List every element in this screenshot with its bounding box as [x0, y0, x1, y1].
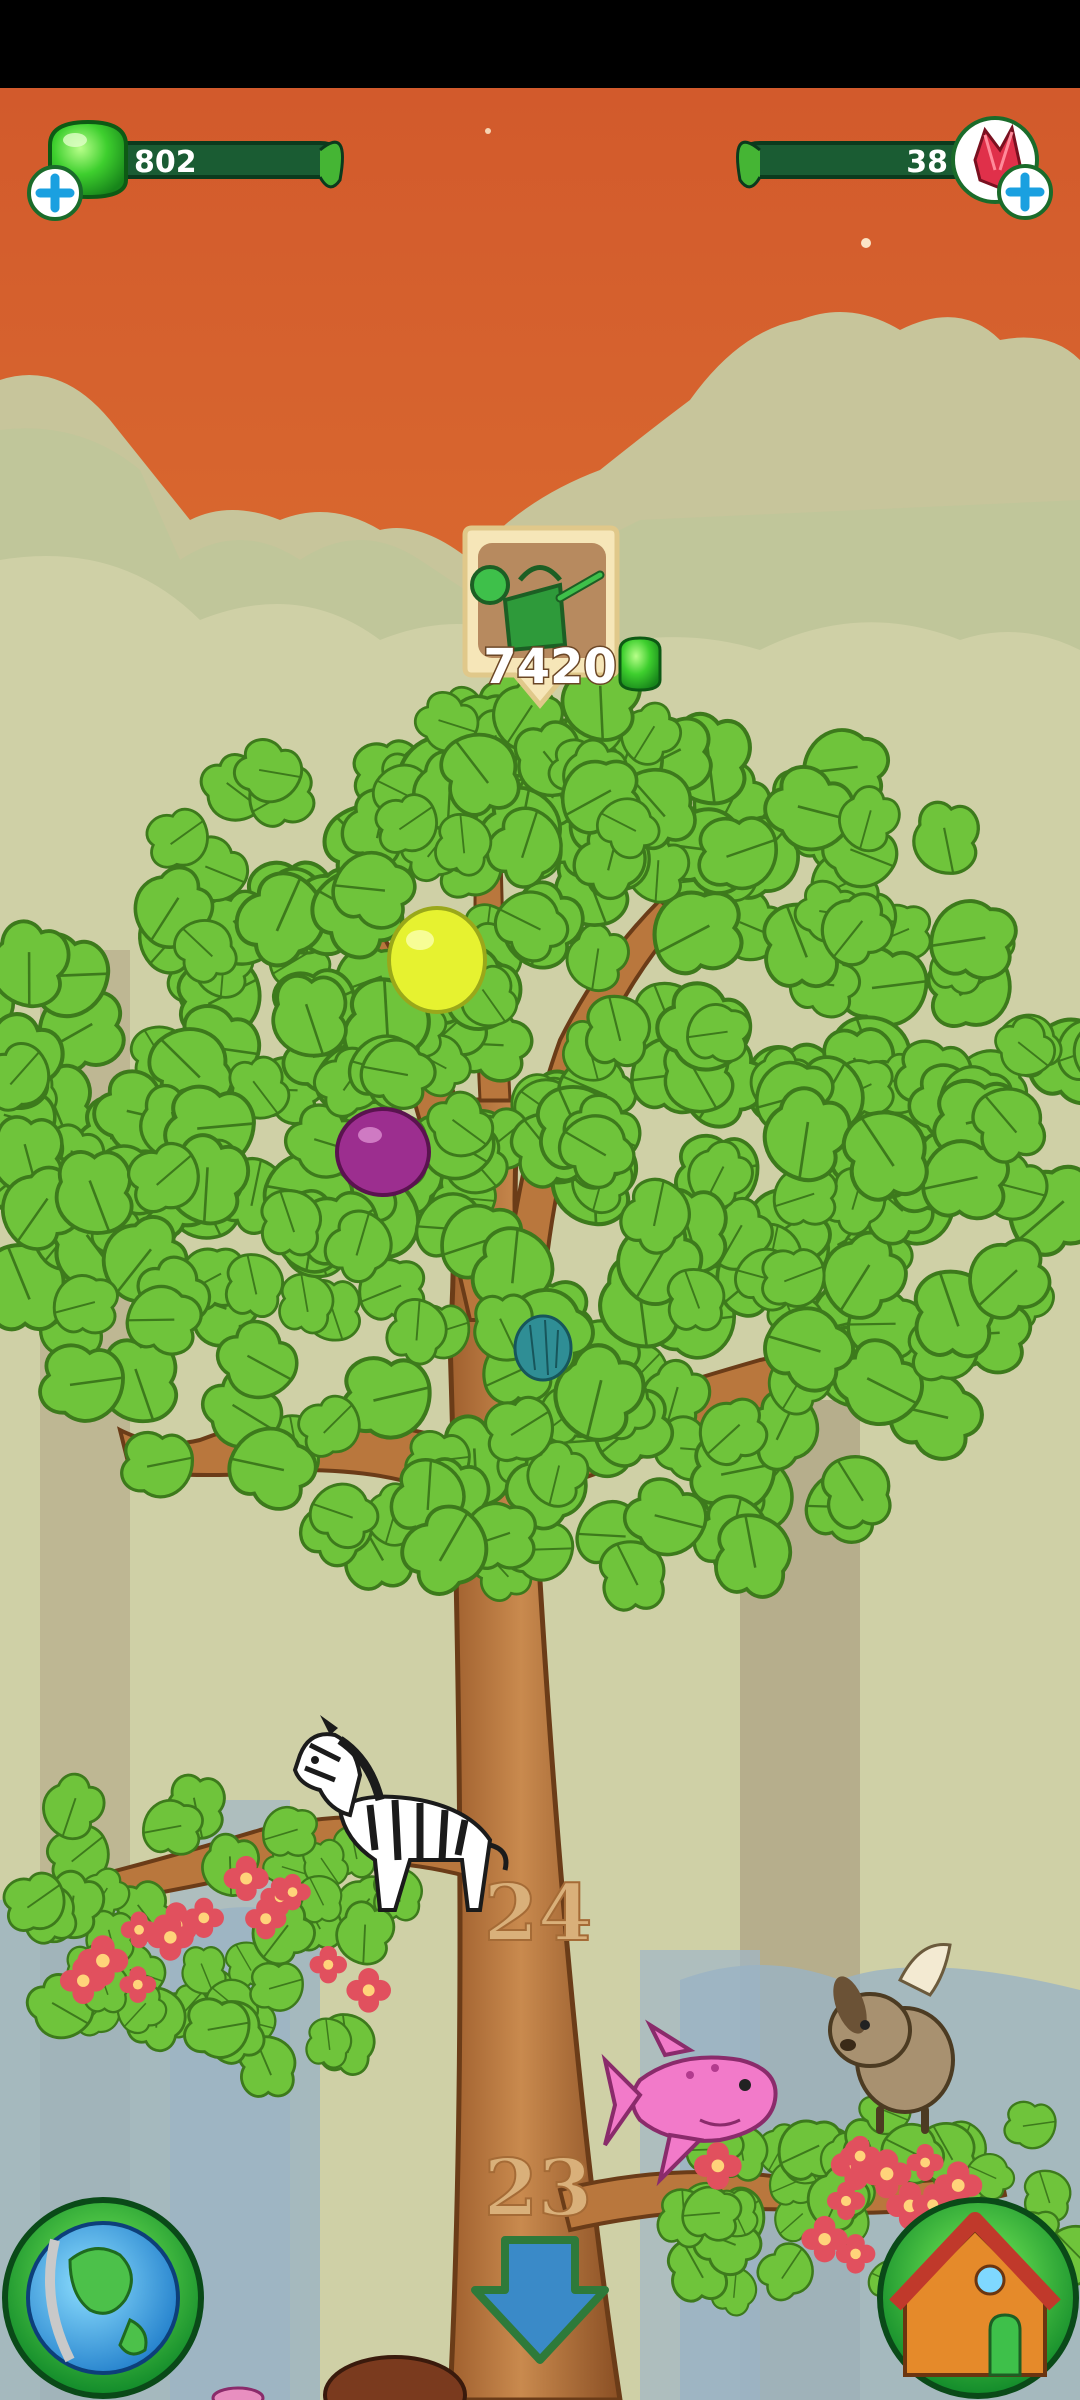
purple-fruit[interactable] — [335, 1107, 431, 1197]
plus-icon[interactable] — [997, 164, 1053, 220]
price-label: 7420 — [483, 639, 617, 695]
crystals-value: 38 — [906, 145, 948, 180]
teal-fruit[interactable] — [513, 1314, 573, 1382]
game-scene: 7420 24 23 802 38 — [0, 0, 1080, 2400]
branch-level-23: 23 — [484, 2143, 593, 2234]
plus-icon[interactable] — [27, 165, 83, 221]
globe-button[interactable] — [2, 2197, 204, 2399]
green-gem-icon — [618, 636, 662, 692]
branch-level-24: 24 — [484, 1868, 593, 1959]
house-button[interactable] — [877, 2197, 1079, 2399]
gems-value: 802 — [134, 145, 197, 180]
yellow-fruit[interactable] — [387, 906, 487, 1014]
status-bar — [0, 0, 1080, 88]
